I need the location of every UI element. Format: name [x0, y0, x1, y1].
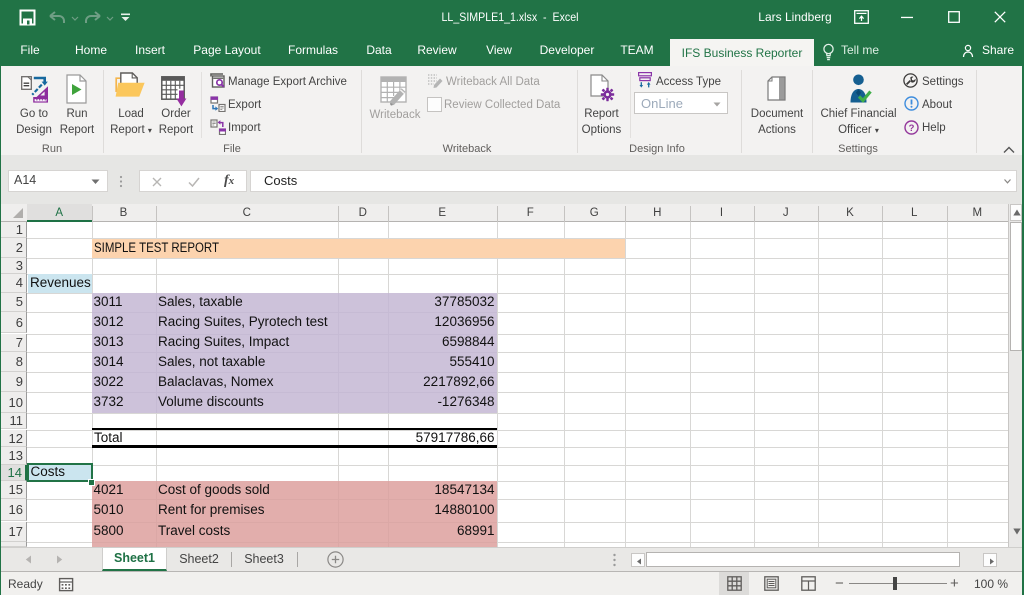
svg-text:?: ? — [909, 123, 915, 134]
